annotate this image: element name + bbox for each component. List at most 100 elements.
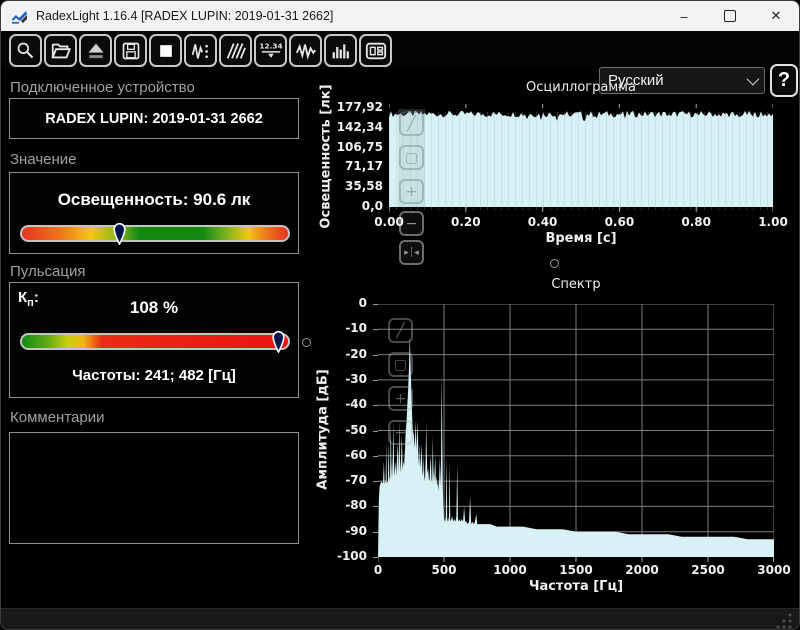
tick-label: 0.60 <box>604 215 635 229</box>
axis-tick <box>373 430 378 432</box>
oscillogram-xlabel: Время [с] <box>545 231 617 246</box>
resize-grip-icon[interactable] <box>775 612 793 630</box>
oscillogram-title: Осциллограмма <box>526 80 636 95</box>
connected-device-box: RADEX LUPIN: 2019-01-31 2662 <box>9 98 299 139</box>
connected-device-header: Подключенное устройство <box>10 79 195 96</box>
axis-tick <box>373 481 378 483</box>
axis-tick <box>373 506 378 508</box>
tick-label: 0,0 <box>361 199 383 213</box>
tick-label: 1000 <box>493 563 527 577</box>
tick-label: 0 <box>358 296 367 310</box>
zoom-in-button[interactable]: + <box>388 386 413 411</box>
open-file-button[interactable] <box>44 34 77 67</box>
illuminance-marker-icon <box>113 222 126 245</box>
tick-label: -70 <box>345 473 367 488</box>
save-button[interactable] <box>114 34 147 67</box>
minimize-button[interactable]: – <box>661 1 707 31</box>
tick-label: -90 <box>345 523 367 538</box>
numeric-display-icon: 12.34 <box>259 41 282 58</box>
pulsation-header: Пульсация <box>10 263 86 280</box>
comments-input[interactable] <box>9 432 299 544</box>
device-name: RADEX LUPIN: 2019-01-31 2662 <box>45 110 263 127</box>
window-title: RadexLight 1.16.4 [RADEX LUPIN: 2019-01-… <box>36 9 334 23</box>
tick-label: -10 <box>345 321 367 336</box>
pan-button[interactable]: ▢ <box>388 352 413 377</box>
toolbar: 12.34 Русский ? <box>1 31 799 97</box>
value-header: Значение <box>10 151 77 168</box>
waveform-markers-icon <box>191 44 208 59</box>
stop-button[interactable] <box>149 34 182 67</box>
tick-label: 1500 <box>559 563 593 577</box>
open-folder-icon <box>50 43 71 58</box>
eject-icon <box>88 43 103 58</box>
tick-label: -30 <box>345 371 367 386</box>
tick-label: 1.00 <box>758 215 788 229</box>
floppy-icon <box>122 42 139 59</box>
wave-icon <box>295 43 316 60</box>
spectrum-view-button[interactable] <box>324 34 357 67</box>
chevron-down-icon <box>746 72 760 86</box>
vertical-splitter-grip[interactable] <box>302 338 311 347</box>
tick-label: -60 <box>345 447 367 462</box>
kp-value: 108 % <box>129 298 179 317</box>
pulsation-box: Кп: 108 % Частоты: 241; 482 [Гц] <box>9 282 299 398</box>
tick-label: 35,58 <box>345 179 383 194</box>
numeric-display-button[interactable]: 12.34 <box>254 34 287 67</box>
value-box: Освещенность: 90.6 лк <box>9 172 299 254</box>
tick-label: 71,17 <box>345 159 383 174</box>
comments-header: Комментарии <box>10 409 105 426</box>
tick-label: 500 <box>431 563 457 577</box>
axis-tick <box>373 557 378 558</box>
pulsation-scale-bar <box>20 333 290 350</box>
tick-label: -80 <box>345 498 367 513</box>
tick-label: 0.20 <box>450 215 481 229</box>
close-button[interactable]: ✕ <box>753 1 799 31</box>
illuminance-reading: Освещенность: 90.6 лк <box>57 190 251 209</box>
tick-label: 0 <box>373 563 383 577</box>
tick-label: 0.40 <box>527 215 558 229</box>
tick-label: -40 <box>345 397 367 412</box>
spectrum-xlabel: Частота [Гц] <box>528 579 624 594</box>
tick-label: 0.00 <box>374 215 404 229</box>
tick-label: 2000 <box>625 563 659 577</box>
axis-tick <box>373 329 378 331</box>
tick-label: -50 <box>345 422 367 437</box>
maximize-button[interactable] <box>707 1 753 31</box>
search-device-button[interactable] <box>9 34 42 67</box>
frequencies-text: Частоты: 241; 482 [Гц] <box>72 367 236 384</box>
tick-label: 142,34 <box>336 119 383 134</box>
fit-extents-button[interactable]: ▸┆◂ <box>399 240 424 265</box>
tick-label: 177,92 <box>336 100 383 114</box>
pulsation-button[interactable] <box>219 34 252 67</box>
oscillogram-cursor-button[interactable] <box>184 34 217 67</box>
axis-tick <box>373 379 378 381</box>
axis-tick <box>373 531 378 533</box>
tick-label: -20 <box>345 346 367 361</box>
help-label: ? <box>777 69 791 91</box>
oscillogram-view-button[interactable] <box>289 34 322 67</box>
tick-label: 2500 <box>691 563 725 577</box>
zoom-area-button[interactable]: ╱ <box>388 318 413 343</box>
comb-icon <box>226 43 246 59</box>
help-button[interactable]: ? <box>770 64 798 97</box>
numeric-display-label: 12.34 <box>259 41 282 50</box>
maximize-icon <box>724 10 736 22</box>
axis-tick <box>373 354 378 356</box>
tick-label: 0.80 <box>681 215 711 229</box>
tick-label: 106,75 <box>336 139 383 154</box>
spectrum-title: Спектр <box>551 277 601 292</box>
axis-tick <box>373 405 378 407</box>
tick-label: -100 <box>336 549 367 563</box>
read-device-button[interactable] <box>79 34 112 67</box>
horizontal-splitter-grip[interactable] <box>550 259 559 268</box>
zoom-out-button[interactable]: − <box>388 420 413 445</box>
tick-label: 3000 <box>757 563 791 577</box>
axis-tick <box>373 304 378 305</box>
magnifier-icon <box>17 42 34 59</box>
titlebar: RadexLight 1.16.4 [RADEX LUPIN: 2019-01-… <box>1 1 799 31</box>
axis-tick <box>373 455 378 457</box>
statusbar <box>1 608 799 630</box>
layout-view-button[interactable] <box>359 34 392 67</box>
illuminance-scale-bar <box>20 225 290 242</box>
stop-icon <box>159 44 172 57</box>
